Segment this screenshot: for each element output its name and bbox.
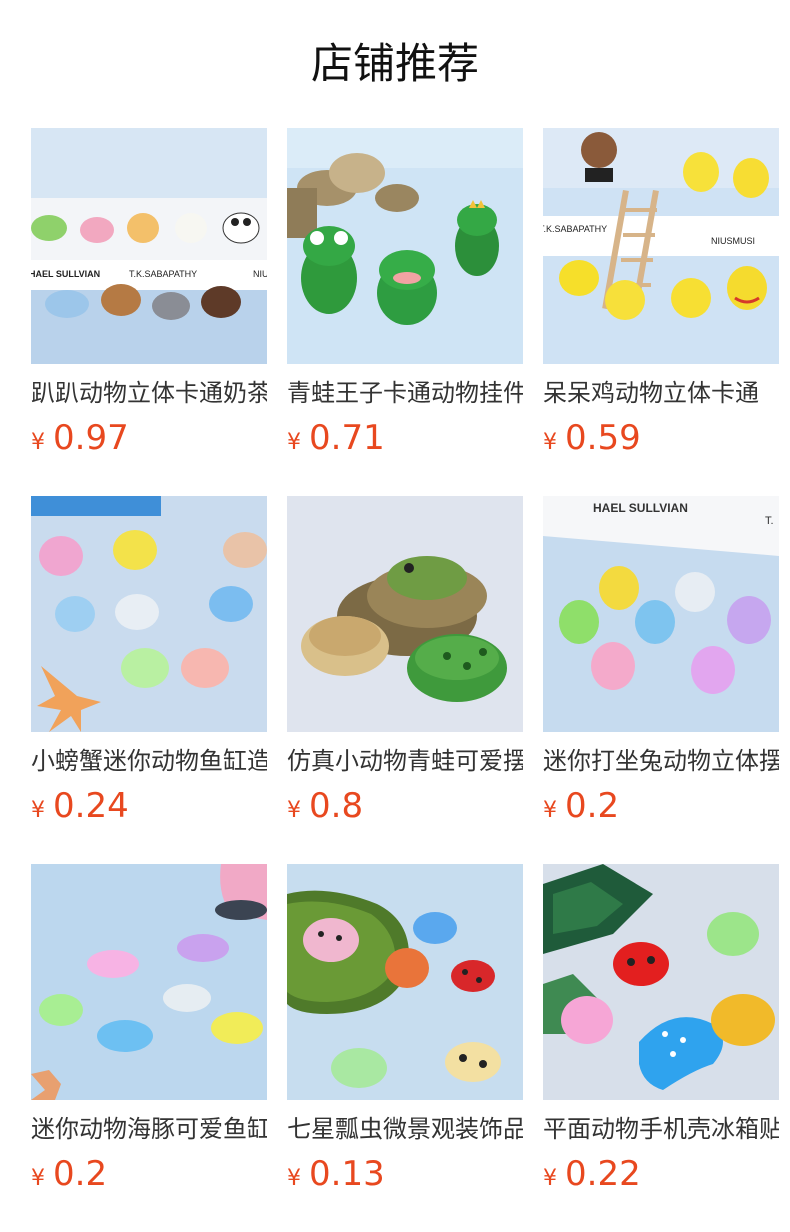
product-image[interactable]	[287, 128, 523, 364]
price-value: 0.24	[53, 786, 129, 826]
currency-symbol: ¥	[543, 430, 557, 455]
product-card[interactable]: 平面动物手机壳冰箱贴 ¥0.22	[543, 864, 779, 1204]
product-card[interactable]: 青蛙王子卡通动物挂件 ¥0.71	[287, 128, 523, 468]
product-image[interactable]	[31, 496, 267, 732]
svg-text:T.K.SABAPATHY: T.K.SABAPATHY	[129, 269, 197, 279]
product-name[interactable]: 平面动物手机壳冰箱贴	[543, 1112, 779, 1146]
currency-symbol: ¥	[31, 430, 45, 455]
product-name[interactable]: 青蛙王子卡通动物挂件	[287, 376, 523, 410]
frog-prince-image	[287, 128, 523, 364]
product-card[interactable]: HAEL SULLVIAN T. 迷你打坐兔动物立体摆件 ¥0.2	[543, 496, 779, 836]
product-card[interactable]: 仿真小动物青蛙可爱摆件 ¥0.8	[287, 496, 523, 836]
svg-text:T.: T.	[765, 515, 774, 527]
price-value: 0.71	[309, 418, 385, 458]
product-image[interactable]	[287, 496, 523, 732]
product-name[interactable]: 迷你动物海豚可爱鱼缸	[31, 1112, 267, 1146]
product-name[interactable]: 七星瓢虫微景观装饰品	[287, 1112, 523, 1146]
page-title: 店铺推荐	[310, 39, 479, 88]
product-image[interactable]	[31, 864, 267, 1100]
crabs-image	[31, 496, 267, 732]
ladybugs-image	[287, 864, 523, 1100]
product-card[interactable]: 七星瓢虫微景观装饰品 ¥0.13	[287, 864, 523, 1204]
currency-symbol: ¥	[31, 798, 45, 823]
rabbits-image: HAEL SULLVIAN T.	[543, 496, 779, 732]
currency-symbol: ¥	[287, 1166, 301, 1191]
realistic-frogs-image	[287, 496, 523, 732]
product-image[interactable]: HAEL SULLVIAN T.K.SABAPATHY NIU	[31, 128, 267, 364]
svg-text:T.K.SABAPATHY: T.K.SABAPATHY	[543, 224, 607, 234]
dolphins-image	[31, 864, 267, 1100]
product-card[interactable]: T.K.SABAPATHY NIUSMUSI 呆呆鸡动物立体卡通 ¥ 0.59	[543, 128, 779, 468]
product-name[interactable]: 趴趴动物立体卡通奶茶	[31, 376, 267, 410]
svg-text:NIU: NIU	[253, 269, 267, 279]
product-price: ¥0.59	[543, 416, 641, 460]
currency-symbol: ¥	[543, 798, 557, 823]
product-image[interactable]	[543, 864, 779, 1100]
svg-text:NIUSMUSI: NIUSMUSI	[711, 236, 755, 246]
flat-animals-image	[543, 864, 779, 1100]
product-name[interactable]: 小螃蟹迷你动物鱼缸造景	[31, 744, 267, 778]
price-value: 0.8	[309, 786, 364, 826]
svg-text:HAEL SULLVIAN: HAEL SULLVIAN	[593, 501, 688, 515]
product-card[interactable]: 小螃蟹迷你动物鱼缸造景 ¥0.24	[31, 496, 267, 836]
product-name[interactable]: 仿真小动物青蛙可爱摆件	[287, 744, 523, 778]
currency-symbol: ¥	[287, 798, 301, 823]
product-price: ¥0.8	[287, 784, 363, 828]
product-name[interactable]: 呆呆鸡动物立体卡通	[543, 376, 779, 410]
product-image[interactable]: HAEL SULLVIAN T.	[543, 496, 779, 732]
product-price: ¥0.97	[31, 416, 129, 460]
product-card[interactable]: 迷你动物海豚可爱鱼缸 ¥0.2	[31, 864, 267, 1204]
price-value: 0.2	[565, 786, 620, 826]
price-value: 0.2	[53, 1154, 108, 1194]
currency-symbol: ¥	[287, 430, 301, 455]
product-price: ¥0.2	[31, 1152, 107, 1196]
product-name[interactable]: 迷你打坐兔动物立体摆件	[543, 744, 779, 778]
svg-text:HAEL SULLVIAN: HAEL SULLVIAN	[31, 269, 100, 279]
price-value: 0.59	[565, 418, 641, 458]
product-card[interactable]: HAEL SULLVIAN T.K.SABAPATHY NIU 趴趴动物立体卡通…	[31, 128, 267, 468]
currency-symbol: ¥	[543, 1166, 557, 1191]
price-value: 0.97	[53, 418, 129, 458]
product-price: ¥0.71	[287, 416, 385, 460]
currency-symbol: ¥	[31, 1166, 45, 1191]
product-image[interactable]: T.K.SABAPATHY NIUSMUSI	[543, 128, 779, 364]
product-price: ¥0.22	[543, 1152, 641, 1196]
chicks-image: T.K.SABAPATHY NIUSMUSI	[543, 128, 779, 364]
product-price: ¥0.2	[543, 784, 619, 828]
product-image[interactable]	[287, 864, 523, 1100]
lying-animals-image: HAEL SULLVIAN T.K.SABAPATHY NIU	[31, 128, 267, 364]
product-price: ¥0.13	[287, 1152, 385, 1196]
price-value: 0.22	[565, 1154, 641, 1194]
product-price: ¥0.24	[31, 784, 129, 828]
price-value: 0.13	[309, 1154, 385, 1194]
